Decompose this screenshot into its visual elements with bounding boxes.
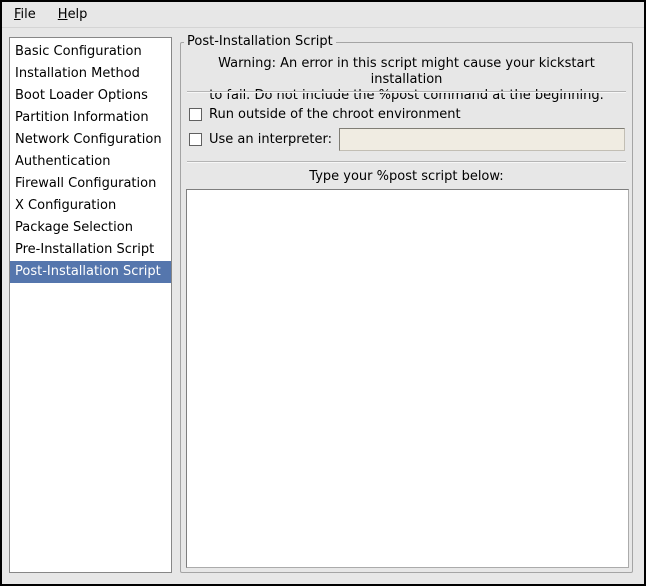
frame-legend: Post-Installation Script bbox=[184, 34, 336, 49]
separator bbox=[187, 91, 626, 93]
run-outside-chroot-checkbox[interactable] bbox=[189, 108, 202, 121]
sidebar-item-x-configuration[interactable]: X Configuration bbox=[10, 195, 171, 217]
sidebar-item-authentication[interactable]: Authentication bbox=[10, 151, 171, 173]
chroot-option-row: Run outside of the chroot environment bbox=[189, 103, 625, 126]
post-installation-frame: Post-Installation Script Warning: An err… bbox=[180, 42, 633, 573]
separator bbox=[187, 161, 626, 163]
sidebar-item-package-selection[interactable]: Package Selection bbox=[10, 217, 171, 239]
sidebar-item-basic-configuration[interactable]: Basic Configuration bbox=[10, 41, 171, 63]
sidebar-item-firewall-configuration[interactable]: Firewall Configuration bbox=[10, 173, 171, 195]
sidebar-item-post-installation-script[interactable]: Post-Installation Script bbox=[10, 261, 171, 283]
menu-bar: File Help bbox=[2, 2, 644, 28]
warning-text: Warning: An error in this script might c… bbox=[181, 56, 632, 104]
use-interpreter-label: Use an interpreter: bbox=[209, 132, 332, 147]
interpreter-option-row: Use an interpreter: bbox=[189, 128, 625, 151]
sidebar-item-installation-method[interactable]: Installation Method bbox=[10, 63, 171, 85]
sidebar-item-partition-information[interactable]: Partition Information bbox=[10, 107, 171, 129]
section-list: Basic Configuration Installation Method … bbox=[9, 37, 172, 573]
menu-help[interactable]: Help bbox=[50, 4, 96, 26]
run-outside-chroot-label: Run outside of the chroot environment bbox=[209, 107, 461, 122]
interpreter-input[interactable] bbox=[339, 128, 625, 151]
menu-file[interactable]: File bbox=[6, 4, 44, 26]
post-script-textarea[interactable] bbox=[186, 189, 629, 568]
use-interpreter-checkbox[interactable] bbox=[189, 133, 202, 146]
script-prompt-label: Type your %post script below: bbox=[181, 169, 632, 184]
kickstart-configurator-window: File Help Basic Configuration Installati… bbox=[0, 0, 646, 586]
sidebar-item-pre-installation-script[interactable]: Pre-Installation Script bbox=[10, 239, 171, 261]
sidebar-item-boot-loader-options[interactable]: Boot Loader Options bbox=[10, 85, 171, 107]
sidebar-item-network-configuration[interactable]: Network Configuration bbox=[10, 129, 171, 151]
warning-line-1: Warning: An error in this script might c… bbox=[181, 56, 632, 88]
